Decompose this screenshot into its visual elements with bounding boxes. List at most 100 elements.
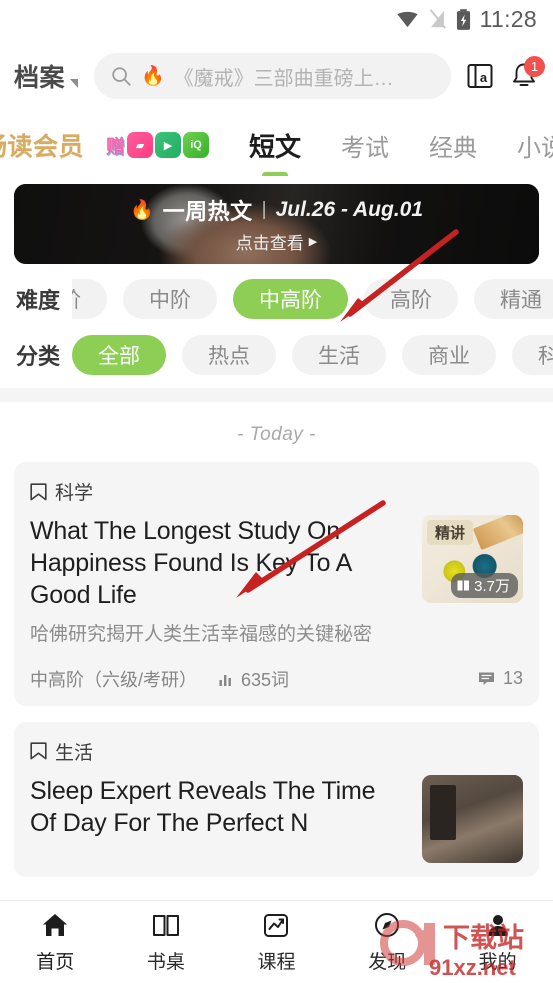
chip-difficulty-3[interactable]: 高阶 — [364, 279, 459, 319]
dictionary-icon[interactable]: a — [465, 61, 495, 91]
vip-banner-label[interactable]: 畅读会员 — [0, 127, 84, 163]
article-level: 中高阶（六级/考研） — [30, 669, 198, 690]
search-icon — [112, 67, 131, 86]
book-open-icon — [152, 915, 179, 936]
article-wordcount: 635词 — [219, 666, 289, 692]
svg-text:a: a — [480, 70, 488, 85]
tab-label: 短文 — [249, 131, 302, 162]
book-icon — [457, 580, 470, 591]
chip-difficulty-2[interactable]: 中高阶 — [233, 279, 349, 319]
article-meta: 中高阶（六级/考研） 635词 13 — [30, 666, 523, 692]
chip-difficulty-0[interactable]: 阶 — [72, 279, 108, 319]
thumbnail-reads-badge: 3.7万 — [451, 573, 518, 598]
thumbnail-quality-badge: 精讲 — [427, 520, 474, 545]
tab-list: 短文 考试 经典 小说 — [229, 127, 553, 176]
chart-square-icon — [264, 914, 289, 937]
weekly-hot-banner[interactable]: 🔥 一周热文 | Jul.26 - Aug.01 点击查看 ▶ — [14, 184, 539, 264]
day-separator-label: - Today - — [237, 424, 316, 445]
tab-active-indicator — [262, 171, 289, 176]
article-title: What The Longest Study On Happiness Foun… — [30, 517, 351, 609]
chip-category-2[interactable]: 生活 — [292, 335, 387, 375]
comment-icon — [478, 672, 494, 686]
battery-charging-icon — [456, 8, 470, 30]
tab-jingdian[interactable]: 经典 — [409, 128, 497, 163]
wordcount-value: 635词 — [241, 669, 290, 690]
bilibili-icon: ▰ — [127, 132, 154, 158]
header-actions: a 1 — [461, 56, 545, 92]
app-header: 档案 🔥 《魔戒》三部曲重磅上… a 1 — [0, 38, 553, 114]
search-placeholder: 《魔戒》三部曲重磅上… — [173, 67, 394, 90]
article-title: Sleep Expert Reveals The Time Of Day For… — [30, 776, 376, 837]
article-thumbnail: 精讲 3.7万 — [422, 515, 523, 603]
filter-label-category: 分类 — [16, 344, 61, 369]
gift-label: 赠 — [106, 136, 126, 158]
chevron-down-icon — [70, 79, 79, 88]
nav-item-discover[interactable]: 发现 — [332, 910, 443, 974]
play-triangle-icon: ▶ — [308, 236, 318, 248]
chip-category-0[interactable]: 全部 — [72, 335, 167, 375]
person-icon — [488, 915, 508, 936]
chip-difficulty-4[interactable]: 精通 — [474, 279, 553, 319]
status-time: 11:28 — [479, 5, 537, 32]
filter-section: 难度 阶 中阶 中高阶 高阶 精通 分类 全部 热点 生活 商业 科技 — [0, 264, 553, 388]
bottom-navigation: 首页 书桌 课程 发现 我的 — [0, 900, 553, 983]
section-divider — [0, 388, 553, 402]
article-feed: - Today - 科学 What The Longest Study On H… — [0, 402, 553, 877]
article-card[interactable]: 生活 Sleep Expert Reveals The Time Of Day … — [14, 721, 539, 877]
status-bar: 11:28 — [0, 0, 553, 38]
wifi-icon — [397, 11, 418, 27]
fire-icon: 🔥 — [141, 65, 165, 87]
article-card[interactable]: 科学 What The Longest Study On Happiness F… — [14, 462, 539, 706]
iqiyi-icon: iQ — [183, 132, 210, 158]
category-tabstrip: 畅读会员 赠 ▰ ▶ iQ 短文 考试 经典 小说 — [0, 114, 553, 176]
notification-button[interactable]: 1 — [509, 56, 545, 92]
brand-label: 档案 — [14, 64, 66, 92]
article-category-label: 科学 — [55, 483, 94, 504]
home-icon — [43, 914, 68, 936]
nav-item-home[interactable]: 首页 — [0, 910, 111, 974]
nav-item-desk[interactable]: 书桌 — [111, 910, 222, 974]
tab-xiaoshuo[interactable]: 小说 — [497, 128, 553, 163]
banner-cta-label: 点击查看 — [235, 234, 304, 253]
chip-difficulty-1[interactable]: 中阶 — [123, 279, 218, 319]
tab-duanwen[interactable]: 短文 — [229, 127, 321, 176]
nav-item-profile[interactable]: 我的 — [442, 910, 553, 974]
nav-label-desk: 书桌 — [146, 952, 185, 973]
compass-icon — [375, 913, 400, 937]
nav-label-course: 课程 — [257, 952, 296, 973]
article-category: 科学 — [30, 478, 523, 505]
bookmark-icon — [30, 482, 47, 500]
difficulty-chip-list[interactable]: 阶 中阶 中高阶 高阶 精通 — [72, 279, 553, 319]
banner-separator: | — [261, 199, 267, 220]
chip-category-1[interactable]: 热点 — [182, 335, 277, 375]
tab-label: 考试 — [341, 134, 390, 162]
chip-category-3[interactable]: 商业 — [402, 335, 497, 375]
article-comments[interactable]: 13 — [478, 668, 523, 689]
category-chip-list[interactable]: 全部 热点 生活 商业 科技 — [72, 335, 553, 375]
filter-row-difficulty: 难度 阶 中阶 中高阶 高阶 精通 — [0, 276, 553, 322]
nav-item-course[interactable]: 课程 — [221, 910, 332, 974]
banner-cta[interactable]: 点击查看 ▶ — [236, 229, 317, 254]
nav-label-discover: 发现 — [368, 952, 407, 973]
banner-title: 一周热文 — [162, 199, 253, 224]
youku-icon: ▶ — [155, 132, 182, 158]
filter-row-category: 分类 全部 热点 生活 商业 科技 — [0, 332, 553, 378]
gift-apps-group[interactable]: 赠 ▰ ▶ iQ — [106, 132, 210, 159]
no-signal-icon — [429, 9, 446, 29]
bar-chart-icon — [219, 674, 231, 686]
chip-category-4[interactable]: 科技 — [512, 335, 553, 375]
nav-label-home: 首页 — [36, 952, 75, 973]
flame-icon: 🔥 — [129, 199, 154, 221]
comment-count: 13 — [502, 668, 523, 689]
article-thumbnail — [422, 774, 523, 863]
tab-kaoshi[interactable]: 考试 — [321, 128, 409, 163]
banner-date-range: Jul.26 - Aug.01 — [275, 198, 424, 221]
brand-dropdown[interactable]: 档案 — [14, 58, 79, 94]
tab-label: 小说 — [517, 134, 553, 162]
nav-label-profile: 我的 — [478, 952, 517, 973]
notification-badge: 1 — [524, 56, 545, 77]
search-input[interactable]: 🔥 《魔戒》三部曲重磅上… — [94, 53, 451, 99]
tab-label: 经典 — [429, 134, 478, 162]
hero-banner-container: 🔥 一周热文 | Jul.26 - Aug.01 点击查看 ▶ — [0, 176, 553, 264]
reads-count: 3.7万 — [474, 578, 510, 595]
